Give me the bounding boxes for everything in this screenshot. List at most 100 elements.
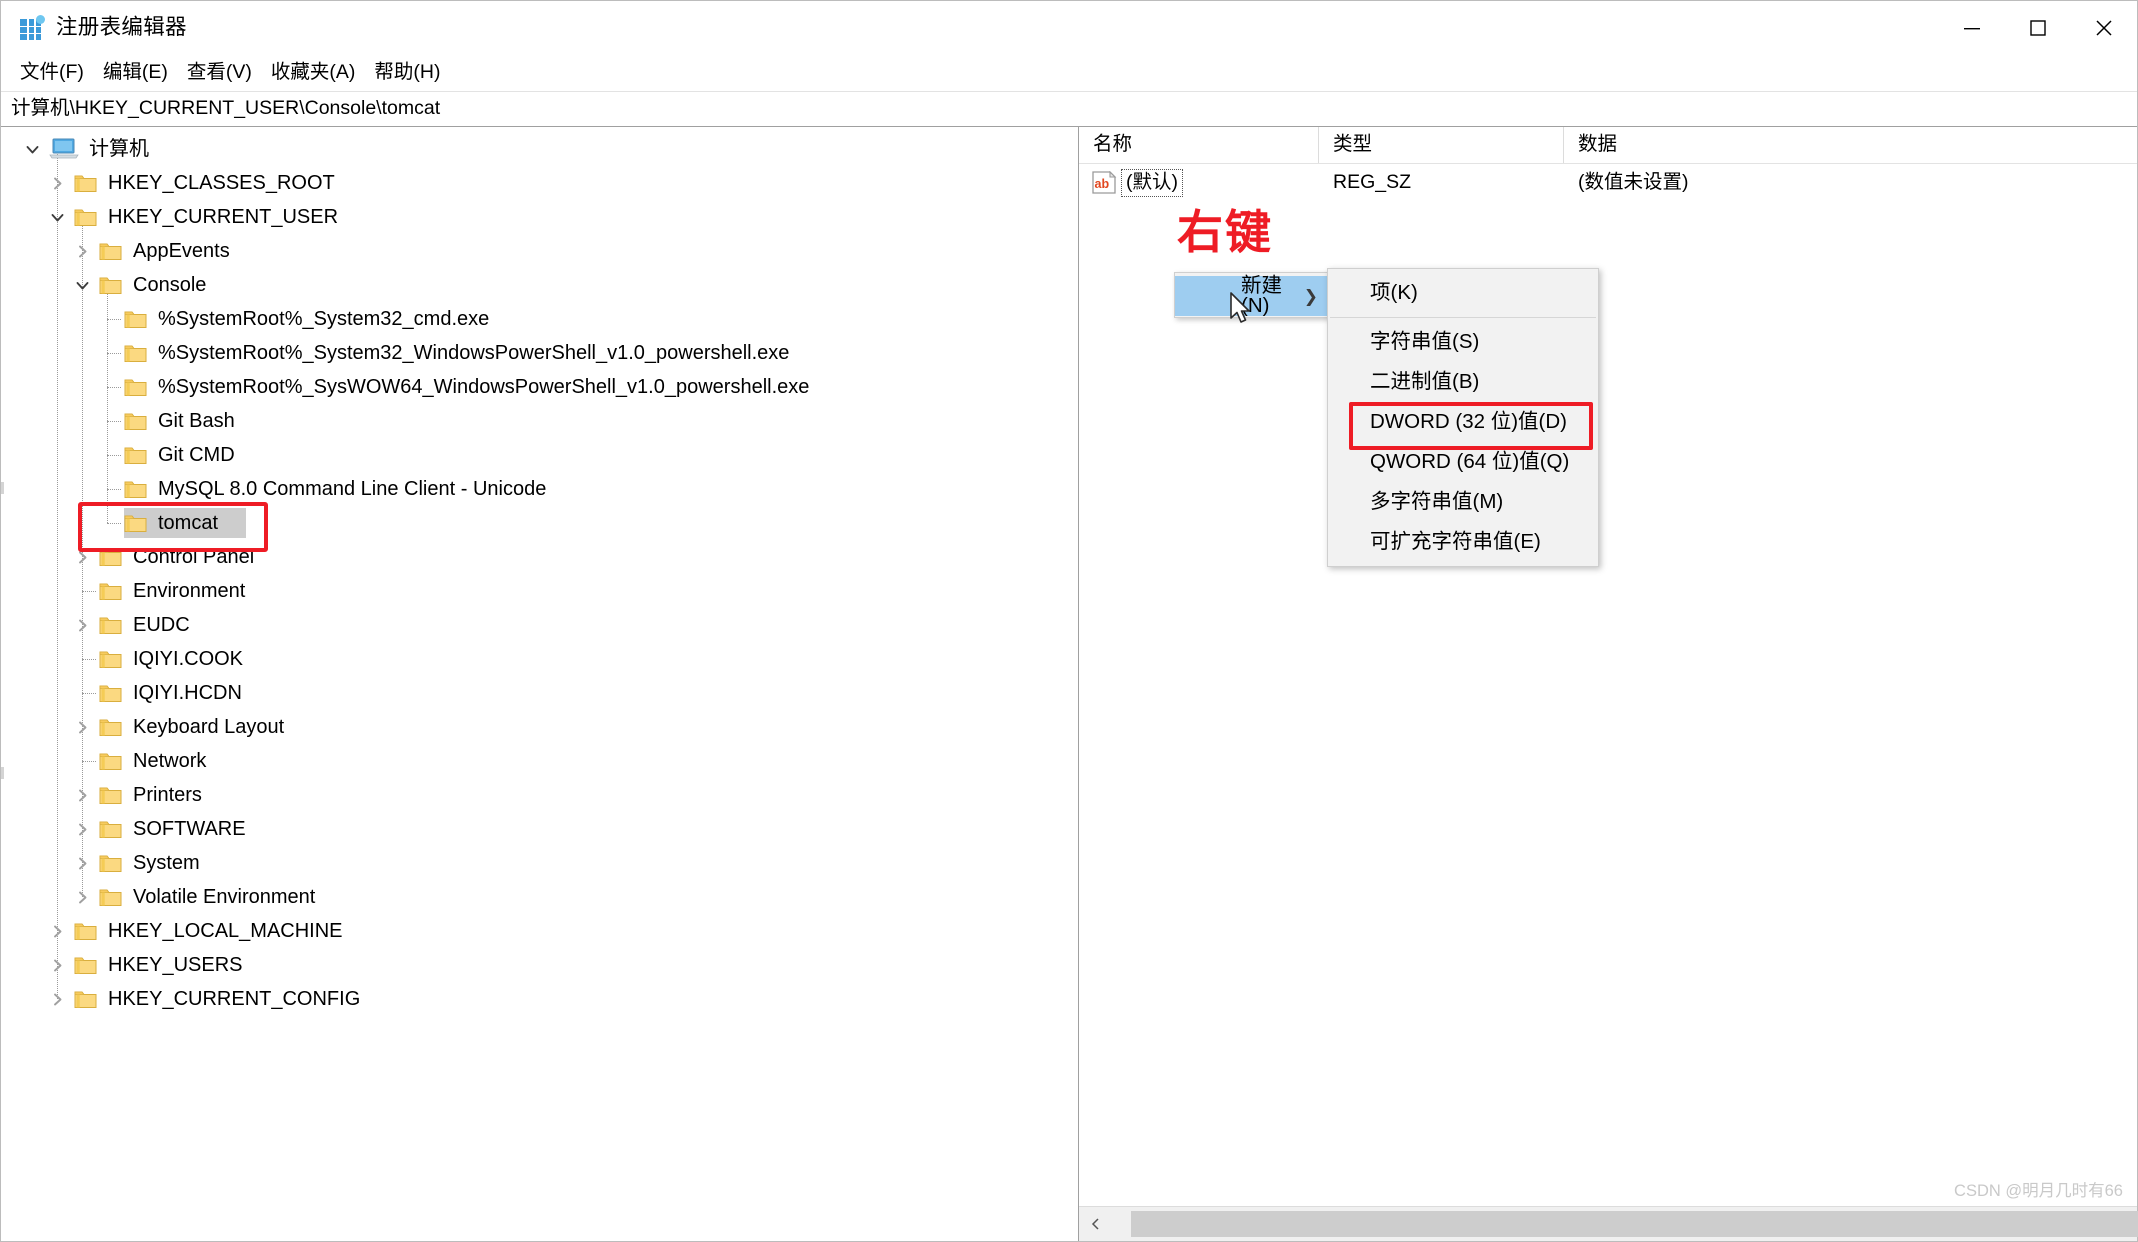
- menu-view[interactable]: 查看(V): [178, 60, 261, 86]
- tree-item-iqiyi-hcdn[interactable]: IQIYI.HCDN: [1, 676, 1078, 710]
- ctx-new-multistring[interactable]: 多字符串值(M): [1328, 482, 1598, 522]
- tree-item-mysql-8-0-command-line-client-unicode[interactable]: MySQL 8.0 Command Line Client - Unicode: [1, 472, 1078, 506]
- folder-icon: [99, 683, 122, 703]
- menu-file[interactable]: 文件(F): [11, 60, 93, 86]
- chevron-right-icon: ❯: [1303, 286, 1318, 306]
- horizontal-scrollbar[interactable]: [1079, 1206, 2138, 1241]
- tree-item-control-panel[interactable]: Control Panel: [1, 540, 1078, 574]
- address-bar[interactable]: 计算机\HKEY_CURRENT_USER\Console\tomcat: [1, 91, 2137, 127]
- tree-item-label: %SystemRoot%_System32_cmd.exe: [158, 308, 490, 330]
- tree-expander-expanded[interactable]: [40, 200, 74, 234]
- tree-expander-collapsed[interactable]: [65, 608, 99, 642]
- tree-item-label: Git CMD: [158, 444, 235, 466]
- minimize-button[interactable]: [1939, 1, 2005, 55]
- menu-help[interactable]: 帮助(H): [365, 60, 449, 86]
- tree-item-volatile-environment[interactable]: Volatile Environment: [1, 880, 1078, 914]
- tree-item-systemroot-system32-cmd-exe[interactable]: %SystemRoot%_System32_cmd.exe: [1, 302, 1078, 336]
- folder-icon: [124, 345, 147, 362]
- tree-expander-expanded[interactable]: [65, 268, 99, 302]
- tree-connector-line: [57, 149, 58, 999]
- tree-expander-collapsed[interactable]: [65, 778, 99, 812]
- tree-item-label: Keyboard Layout: [133, 716, 285, 738]
- tree-item-printers[interactable]: Printers: [1, 778, 1078, 812]
- chevron-down-icon: [51, 213, 63, 221]
- scrollbar-thumb[interactable]: [1131, 1211, 2138, 1237]
- maximize-button[interactable]: [2005, 1, 2071, 55]
- ctx-new-expandable-string[interactable]: 可扩充字符串值(E): [1328, 522, 1598, 562]
- tree-item-systemroot-system32-windowspowershell-v1-0-powershell-exe[interactable]: %SystemRoot%_System32_WindowsPowerShell_…: [1, 336, 1078, 370]
- main-content: 计算机 HKEY_CLASSES_ROOT HKEY_CURRENT_USER App…: [1, 127, 2138, 1241]
- ctx-new-string[interactable]: 字符串值(S): [1328, 322, 1598, 362]
- registry-path: 计算机\HKEY_CURRENT_USER\Console\tomcat: [11, 97, 441, 120]
- tree-item-git-cmd[interactable]: Git CMD: [1, 438, 1078, 472]
- chevron-right-icon: [78, 245, 86, 257]
- ctx-new-key[interactable]: 项(K): [1328, 273, 1598, 313]
- close-button[interactable]: [2071, 1, 2137, 55]
- tree-item-iqiyi-cook[interactable]: IQIYI.COOK: [1, 642, 1078, 676]
- ctx-new-label: 新建(N): [1241, 273, 1282, 317]
- tree-item-[interactable]: 计算机: [1, 132, 1078, 166]
- tree-expander-collapsed[interactable]: [65, 540, 99, 574]
- tree-expander-collapsed[interactable]: [40, 166, 74, 200]
- ctx-new-submenu-trigger[interactable]: 新建(N) ❯: [1175, 273, 1332, 317]
- column-type[interactable]: 类型: [1319, 127, 1564, 163]
- folder-icon: [99, 243, 122, 260]
- tree-item-hkey-current-user[interactable]: HKEY_CURRENT_USER: [1, 200, 1078, 234]
- tree-expander-collapsed[interactable]: [65, 710, 99, 744]
- folder-icon: [124, 513, 147, 533]
- menu-favorites[interactable]: 收藏夹(A): [262, 60, 365, 86]
- folder-icon: [74, 175, 97, 192]
- table-row[interactable]: ab (默认) REG_SZ (数值未设置): [1079, 164, 2137, 202]
- tree-expander-placeholder: [90, 302, 124, 336]
- tree-item-console[interactable]: Console: [1, 268, 1078, 302]
- ctx-new-binary[interactable]: 二进制值(B): [1328, 362, 1598, 402]
- folder-icon: [74, 209, 97, 226]
- tree-expander-collapsed[interactable]: [40, 982, 74, 1016]
- tree-expander-placeholder: [90, 472, 124, 506]
- folder-icon: [99, 821, 122, 838]
- tree-item-eudc[interactable]: EUDC: [1, 608, 1078, 642]
- scroll-left-button[interactable]: [1079, 1207, 1113, 1241]
- tree-item-label: HKEY_CURRENT_USER: [108, 206, 339, 228]
- tree-expander-collapsed[interactable]: [65, 846, 99, 880]
- folder-icon: [99, 853, 122, 873]
- tree-item-tomcat[interactable]: tomcat: [1, 506, 1078, 540]
- tree-item-label: MySQL 8.0 Command Line Client - Unicode: [158, 478, 547, 500]
- folder-icon: [74, 173, 97, 193]
- tree-expander-collapsed[interactable]: [65, 234, 99, 268]
- tree-expander-expanded[interactable]: [15, 132, 49, 166]
- tree-item-system[interactable]: System: [1, 846, 1078, 880]
- tree-expander-collapsed[interactable]: [40, 948, 74, 982]
- tree-item-appevents[interactable]: AppEvents: [1, 234, 1078, 268]
- column-data[interactable]: 数据: [1564, 127, 2137, 163]
- tree-item-label: Network: [133, 750, 207, 772]
- folder-icon: [99, 855, 122, 872]
- tree-item-git-bash[interactable]: Git Bash: [1, 404, 1078, 438]
- column-name[interactable]: 名称: [1079, 127, 1319, 163]
- values-pane: 名称 类型 数据 ab (默认) REG_SZ (数值未设置) 右键 新建(N)…: [1079, 127, 2138, 1241]
- menu-edit[interactable]: 编辑(E): [94, 60, 177, 86]
- folder-icon: [99, 887, 122, 907]
- tree-item-systemroot-syswow64-windowspowershell-v1-0-powershell-exe[interactable]: %SystemRoot%_SysWOW64_WindowsPowerShell_…: [1, 370, 1078, 404]
- tree-item-hkey-local-machine[interactable]: HKEY_LOCAL_MACHINE: [1, 914, 1078, 948]
- value-name-cell: ab (默认): [1079, 169, 1319, 197]
- tree-item-hkey-classes-root[interactable]: HKEY_CLASSES_ROOT: [1, 166, 1078, 200]
- ctx-new-string-label: 字符串值(S): [1370, 329, 1480, 353]
- tree-item-network[interactable]: Network: [1, 744, 1078, 778]
- tree-expander-collapsed[interactable]: [40, 914, 74, 948]
- menu-bar: 文件(F) 编辑(E) 查看(V) 收藏夹(A) 帮助(H): [1, 55, 2137, 91]
- scrollbar-track[interactable]: [1113, 1207, 2138, 1241]
- tree-item-environment[interactable]: Environment: [1, 574, 1078, 608]
- tree-expander-collapsed[interactable]: [65, 880, 99, 914]
- tree-item-label: HKEY_CLASSES_ROOT: [108, 172, 335, 194]
- chevron-right-icon: [53, 993, 61, 1005]
- tree-item-hkey-current-config[interactable]: HKEY_CURRENT_CONFIG: [1, 982, 1078, 1016]
- ctx-new-qword64[interactable]: QWORD (64 位)值(Q): [1328, 442, 1598, 482]
- registry-tree-pane[interactable]: 计算机 HKEY_CLASSES_ROOT HKEY_CURRENT_USER App…: [1, 127, 1079, 1241]
- right-click-annotation: 右键: [1177, 206, 1273, 258]
- ctx-new-dword32[interactable]: DWORD (32 位)值(D): [1328, 402, 1598, 442]
- tree-item-hkey-users[interactable]: HKEY_USERS: [1, 948, 1078, 982]
- tree-expander-collapsed[interactable]: [65, 812, 99, 846]
- tree-item-keyboard-layout[interactable]: Keyboard Layout: [1, 710, 1078, 744]
- tree-item-software[interactable]: SOFTWARE: [1, 812, 1078, 846]
